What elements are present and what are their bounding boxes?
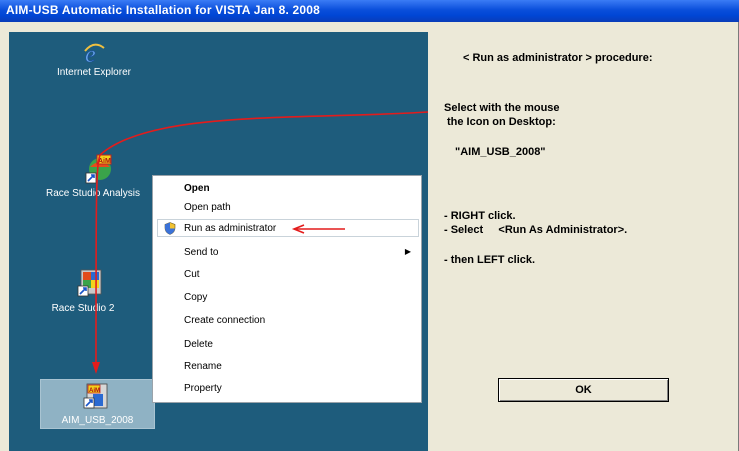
title-bar: AIM-USB Automatic Installation for VISTA… (0, 0, 739, 22)
installer-window: AIM-USB Automatic Installation for VISTA… (0, 0, 739, 451)
icon-label: AIM_USB_2008 (61, 415, 134, 426)
icon-label: Race Studio Analysis (46, 188, 140, 199)
instruction-select-line1: Select with the mouse (444, 102, 560, 114)
menu-item-rename[interactable]: Rename (153, 357, 421, 377)
context-menu: Open Open path Run as administrator Send… (152, 175, 422, 403)
ok-button[interactable]: OK (498, 378, 669, 402)
race-studio-2-icon (77, 269, 102, 297)
instruction-step-left-click: - then LEFT click. (444, 254, 536, 266)
instruction-step-right-click: - RIGHT click. (444, 210, 516, 222)
shield-icon (164, 222, 176, 235)
desktop-icon-internet-explorer[interactable]: e Internet Explorer (39, 42, 149, 78)
menu-item-open-path[interactable]: Open path (153, 198, 421, 218)
menu-item-create-connection[interactable]: Create connection (153, 311, 421, 331)
menu-item-copy[interactable]: Copy (153, 288, 421, 308)
menu-item-delete[interactable]: Delete (153, 335, 421, 355)
menu-item-send-to[interactable]: Send to ▶ (153, 243, 421, 263)
procedure-heading: < Run as administrator > procedure: (463, 52, 653, 64)
aim-usb-icon: AiM (83, 383, 108, 409)
menu-item-cut[interactable]: Cut (153, 265, 421, 285)
icon-label: Race Studio 2 (51, 303, 115, 314)
menu-item-run-as-administrator[interactable]: Run as administrator (157, 219, 419, 237)
svg-text:AiM: AiM (98, 158, 111, 165)
svg-text:AiM: AiM (89, 388, 100, 394)
instruction-select-line2: the Icon on Desktop: (447, 116, 556, 128)
desktop-icon-race-studio-analysis[interactable]: AiM Race Studio Analysis (46, 153, 157, 199)
instruction-filename: "AIM_USB_2008" (455, 146, 546, 158)
desktop-icon-aim-usb-2008[interactable]: AiM AIM_USB_2008 (40, 379, 155, 429)
window-title: AIM-USB Automatic Installation for VISTA… (6, 3, 321, 17)
submenu-arrow-icon: ▶ (404, 247, 411, 256)
menu-item-property[interactable]: Property (153, 379, 421, 399)
desktop-icon-race-studio-2[interactable]: Race Studio 2 (39, 268, 139, 314)
internet-explorer-icon: e (84, 42, 105, 66)
race-studio-analysis-icon: AiM (85, 154, 112, 184)
icon-label: Internet Explorer (57, 67, 131, 78)
menu-item-open[interactable]: Open (153, 179, 421, 199)
instruction-step-select: - Select <Run As Administrator>. (444, 224, 628, 236)
